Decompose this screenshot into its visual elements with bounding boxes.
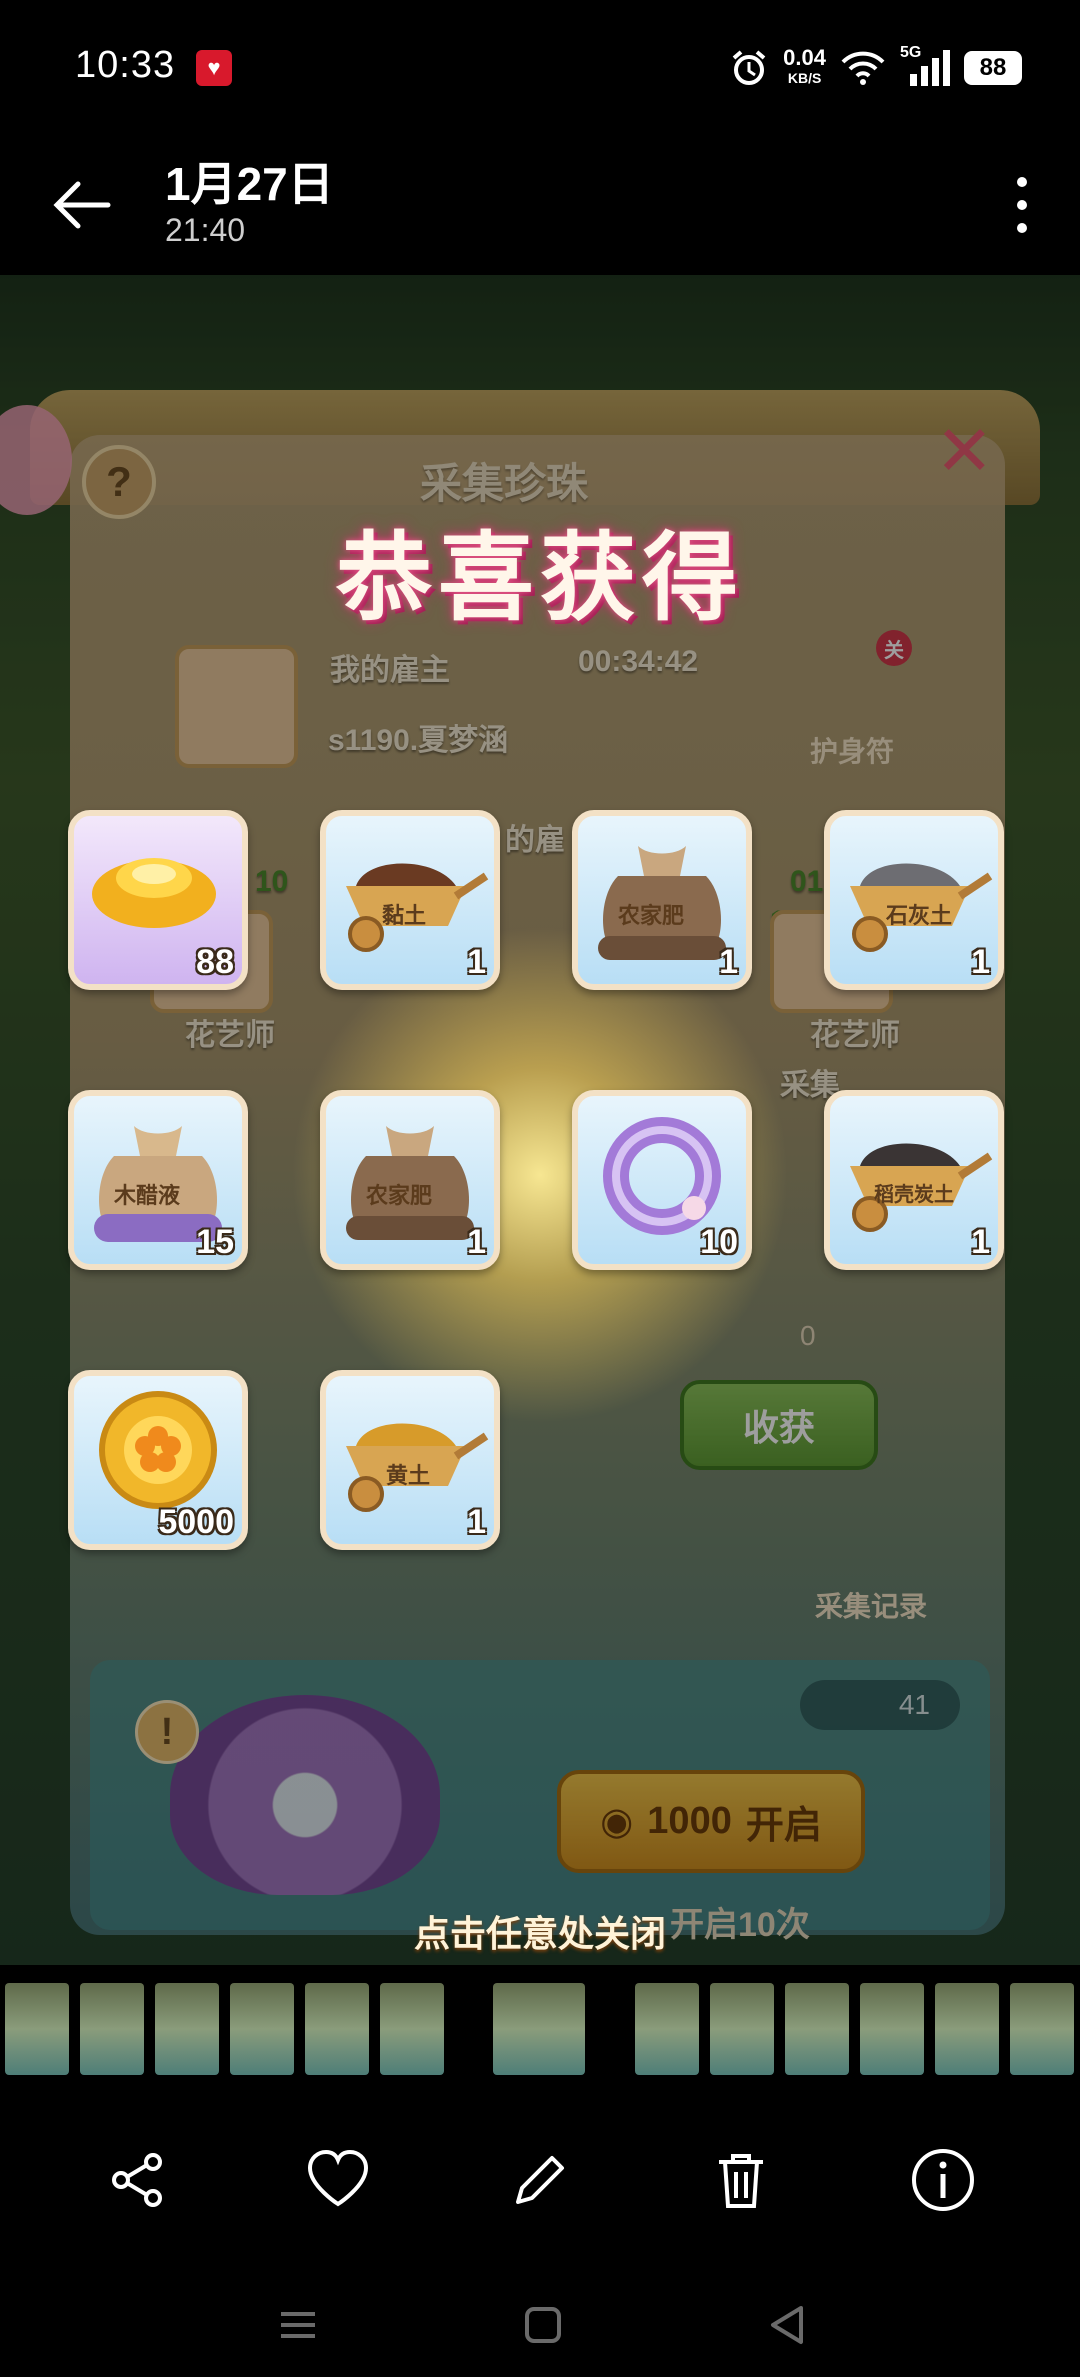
reward-tile: 10 [572, 1090, 752, 1270]
home-icon[interactable] [518, 2300, 568, 2350]
reward-qty: 1 [971, 943, 990, 981]
wifi-icon [841, 51, 885, 85]
status-icons: 0.04 KB/S 5G 88 [729, 44, 1022, 88]
thumbnail[interactable] [380, 1983, 444, 2075]
reward-tile: 88 [68, 810, 248, 990]
thumbnail[interactable] [1010, 1983, 1074, 2075]
reward-label: 石灰土 [886, 903, 953, 928]
photo-content[interactable]: ? ✕ 采集珍珠 我的雇主 00:34:42 s1190.夏梦涵 护身符 关 的… [0, 275, 1080, 1965]
reward-tile: 稻壳炭土 1 [824, 1090, 1004, 1270]
cellular-signal-icon: 5G [900, 44, 950, 88]
back-arrow-icon[interactable] [48, 170, 118, 240]
reward-tile: 黄土 1 [320, 1370, 500, 1550]
viewer-header: 1月27日 21:40 [0, 130, 1080, 275]
reward-label: 农家肥 [366, 1183, 433, 1208]
congrats-headline: 恭喜获得 [336, 525, 744, 632]
favorite-icon[interactable] [298, 2140, 378, 2220]
reward-tile: 农家肥 1 [572, 810, 752, 990]
reward-qty: 5000 [158, 1503, 234, 1541]
thumbnail[interactable] [635, 1983, 699, 2075]
share-icon[interactable] [97, 2140, 177, 2220]
thumbnail[interactable] [155, 1983, 219, 2075]
reward-label: 黄土 [386, 1463, 431, 1488]
reward-qty: 1 [971, 1223, 990, 1261]
more-options-icon[interactable] [1002, 170, 1042, 240]
thumbnail[interactable] [80, 1983, 144, 2075]
reward-tile: 木醋液 15 [68, 1090, 248, 1270]
photo-time: 21:40 [165, 212, 246, 248]
reward-qty: 10 [700, 1223, 738, 1261]
reward-qty: 1 [467, 1503, 486, 1541]
status-time: 10:33 [75, 44, 176, 86]
thumbnail[interactable] [785, 1983, 849, 2075]
thumbnail[interactable] [305, 1983, 369, 2075]
notification-heart-icon: ♥ [196, 50, 232, 86]
thumbnail[interactable] [710, 1983, 774, 2075]
thumbnail[interactable] [5, 1983, 69, 2075]
network-speed: 0.04 KB/S [783, 45, 826, 87]
thumbnail[interactable] [230, 1983, 294, 2075]
reward-label: 稻壳炭土 [874, 1184, 954, 1206]
battery-indicator: 88 [964, 51, 1022, 85]
thumbnail[interactable] [935, 1983, 999, 2075]
status-bar: 10:33 ♥ 0.04 KB/S 5G 88 [0, 0, 1080, 130]
back-icon[interactable] [763, 2300, 813, 2350]
info-icon[interactable] [903, 2140, 983, 2220]
reward-tile: 农家肥 1 [320, 1090, 500, 1270]
tap-to-close-hint: 点击任意处关闭 [413, 1913, 666, 1954]
reward-tile: 石灰土 1 [824, 810, 1004, 990]
reward-tile: 黏土 1 [320, 810, 500, 990]
reward-tile: 5000 [68, 1370, 248, 1550]
thumbnail-strip[interactable] [0, 1983, 1080, 2079]
photo-date: 1月27日 [165, 158, 334, 210]
reward-qty: 15 [196, 1223, 234, 1261]
thumbnail-selected[interactable] [493, 1983, 585, 2075]
reward-label: 农家肥 [618, 903, 685, 928]
menu-icon[interactable] [273, 2300, 323, 2350]
thumbnail[interactable] [860, 1983, 924, 2075]
system-nav-bar [0, 2280, 1080, 2377]
reward-qty: 1 [467, 943, 486, 981]
delete-icon[interactable] [701, 2140, 781, 2220]
reward-qty: 88 [196, 943, 234, 981]
edit-icon[interactable] [500, 2140, 580, 2220]
reward-qty: 1 [719, 943, 738, 981]
action-bar [0, 2130, 1080, 2240]
reward-label: 木醋液 [114, 1183, 181, 1208]
reward-qty: 1 [467, 1223, 486, 1261]
alarm-icon [732, 50, 766, 85]
reward-label: 黏土 [382, 903, 427, 928]
